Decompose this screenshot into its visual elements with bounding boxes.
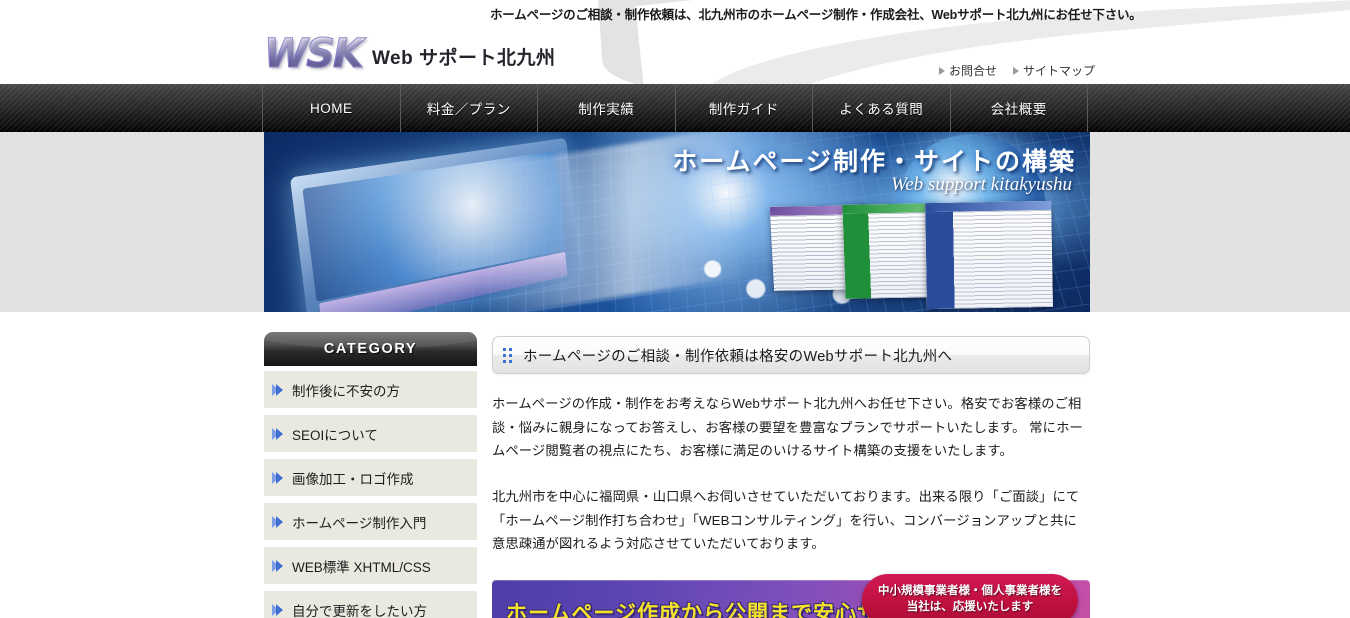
nav-item-label: よくある質問 (839, 102, 924, 117)
double-chevron-icon (272, 515, 283, 528)
support-banner[interactable]: ホームページ作成から公開まで安心サポート 中小規模事業者様・個人事業者様を 当社… (492, 574, 1090, 618)
contact-link-label: お問合せ (948, 64, 997, 78)
chevron-right-icon (1012, 66, 1019, 75)
logo-company-name: Web サポート北九州 (371, 48, 556, 69)
content-area: CATEGORY 制作後に不安の方 SEOIについて 画像加工・ロゴ作成 ホーム… (0, 312, 1350, 618)
sidebar-item-label: ホームページ制作入門 (292, 515, 427, 531)
nav-item-portfolio[interactable]: 制作実績 (538, 84, 676, 132)
hero-title: ホームページ制作・サイトの構築 (672, 148, 1076, 176)
intro-paragraph-2: 北九州市を中心に福岡県・山口県へお伺いさせていただいております。出来る限り「ご面… (492, 488, 1080, 552)
chevron-right-icon (938, 66, 945, 75)
header-utility-links: お問合せ サイトマップ (938, 62, 1095, 79)
sme-support-badge: 中小規模事業者様・個人事業者様を 当社は、応援いたします (862, 574, 1078, 618)
nav-item-company-profile[interactable]: 会社概要 (951, 84, 1088, 132)
sitemap-link-label: サイトマップ (1022, 64, 1095, 78)
page-root: ホームページのご相談・制作依頼は、北九州市のホームページ制作・作成会社、Webサ… (0, 0, 1350, 618)
double-chevron-icon (272, 603, 283, 616)
main-navigation-inner: HOME 料金／プラン 制作実績 制作ガイド よくある質問 会社概要 (262, 84, 1088, 132)
sidebar-item-label: 制作後に不安の方 (292, 383, 400, 399)
double-chevron-icon (272, 559, 283, 572)
hero-banner: ホームページ制作・サイトの構築 Web support kitakyushu (264, 132, 1090, 312)
website-thumbnail-3 (925, 200, 1053, 310)
sidebar-item-web-standards[interactable]: WEB標準 XHTML/CSS (264, 547, 477, 584)
hero-website-thumbnails (766, 200, 1086, 312)
sidebar-item-label: WEB標準 XHTML/CSS (292, 559, 431, 575)
sidebar-item-post-production-support[interactable]: 制作後に不安の方 (264, 371, 477, 408)
dot-grid-icon (503, 347, 512, 363)
double-chevron-icon (272, 471, 283, 484)
site-tagline: ホームページのご相談・制作依頼は、北九州市のホームページ制作・作成会社、Webサ… (490, 8, 1142, 22)
sidebar-item-image-logo[interactable]: 画像加工・ロゴ作成 (264, 459, 477, 496)
nav-item-faq[interactable]: よくある質問 (813, 84, 951, 132)
sidebar-item-homepage-intro[interactable]: ホームページ制作入門 (264, 503, 477, 540)
sidebar-item-label: 自分で更新をしたい方 (292, 603, 427, 618)
content-panel-heading-label: ホームページのご相談・制作依頼は格安のWebサポート北九州へ (523, 348, 953, 365)
sidebar-category-heading: CATEGORY (264, 332, 477, 366)
badge-line-1: 中小規模事業者様・個人事業者様を (878, 585, 1062, 598)
main-column: ホームページのご相談・制作依頼は格安のWebサポート北九州へ ホームページの作成… (492, 336, 1090, 556)
nav-item-label: 会社概要 (990, 102, 1047, 117)
sidebar-item-seo[interactable]: SEOIについて (264, 415, 477, 452)
site-logo[interactable]: WSK Web サポート北九州 (264, 31, 556, 77)
sitemap-link[interactable]: サイトマップ (1012, 62, 1095, 79)
hero-subtitle: Web support kitakyushu (891, 174, 1072, 195)
double-chevron-icon (272, 383, 283, 396)
sidebar-item-label: SEOIについて (292, 427, 378, 443)
sidebar-category-heading-label: CATEGORY (323, 341, 418, 357)
nav-item-label: HOME (310, 100, 353, 116)
nav-item-label: 制作実績 (578, 102, 635, 117)
sidebar-item-self-update[interactable]: 自分で更新をしたい方 (264, 591, 477, 618)
contact-link[interactable]: お問合せ (938, 62, 997, 79)
nav-item-label: 料金／プラン (426, 102, 511, 117)
content-panel-heading: ホームページのご相談・制作依頼は格安のWebサポート北九州へ (492, 336, 1090, 374)
badge-line-2: 当社は、応援いたします (906, 601, 1034, 613)
sidebar-category-list: 制作後に不安の方 SEOIについて 画像加工・ロゴ作成 ホームページ制作入門 W… (264, 371, 477, 618)
nav-item-home[interactable]: HOME (262, 84, 401, 132)
double-chevron-icon (272, 427, 283, 440)
nav-item-pricing-plan[interactable]: 料金／プラン (401, 84, 538, 132)
intro-paragraph-1: ホームページの作成・制作をお考えならWebサポート北九州へお任せ下さい。格安でお… (492, 396, 1083, 459)
sidebar-item-label: 画像加工・ロゴ作成 (292, 471, 414, 487)
nav-item-label: 制作ガイド (708, 102, 779, 117)
nav-item-production-guide[interactable]: 制作ガイド (676, 84, 813, 132)
sidebar: CATEGORY 制作後に不安の方 SEOIについて 画像加工・ロゴ作成 ホーム… (264, 332, 477, 618)
thumbnail-body (925, 209, 1053, 310)
main-navigation: HOME 料金／プラン 制作実績 制作ガイド よくある質問 会社概要 (0, 84, 1350, 132)
site-header: ホームページのご相談・制作依頼は、北九州市のホームページ制作・作成会社、Webサ… (0, 0, 1350, 84)
logo-mark-wsk: WSK (264, 31, 365, 77)
